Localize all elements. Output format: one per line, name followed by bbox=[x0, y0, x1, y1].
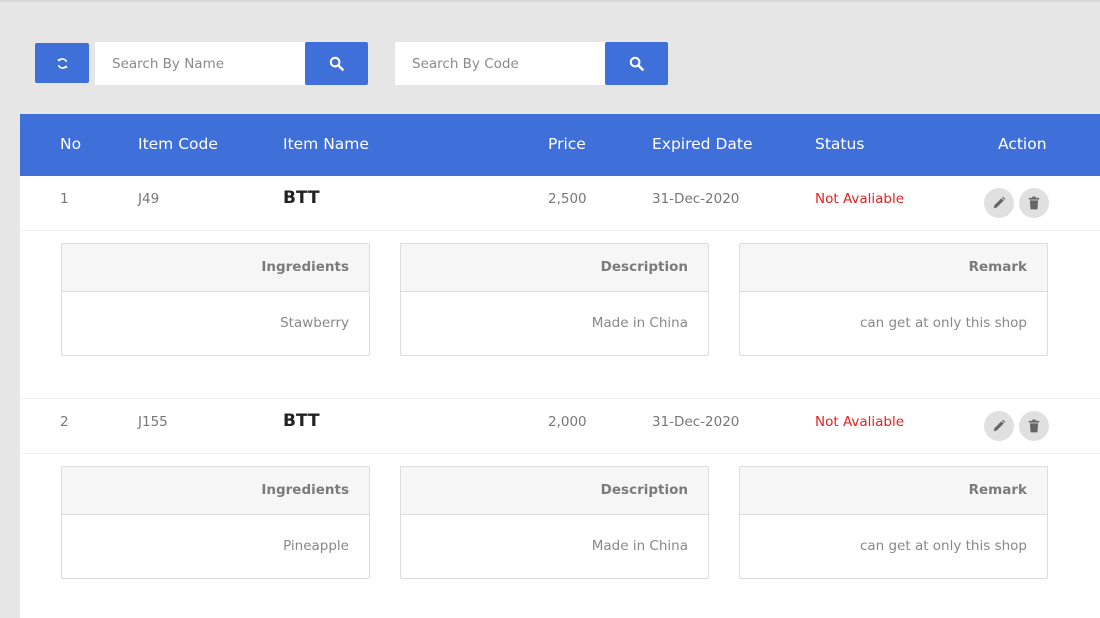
search-by-name-button[interactable] bbox=[305, 42, 368, 85]
table-row: 1 J49 BTT 2,500 31-Dec-2020 Not Avaliabl… bbox=[20, 176, 1100, 231]
search-icon bbox=[329, 56, 344, 71]
refresh-button[interactable] bbox=[35, 43, 89, 83]
search-by-code-button[interactable] bbox=[605, 42, 668, 85]
remark-value: can get at only this shop bbox=[859, 538, 1027, 554]
cell-no: 1 bbox=[60, 191, 69, 207]
ingredients-value: Stawberry bbox=[280, 315, 349, 331]
description-card: Description Made in China bbox=[400, 466, 709, 579]
refresh-icon bbox=[56, 57, 68, 69]
table-row: 2 J155 BTT 2,000 31-Dec-2020 Not Avaliab… bbox=[20, 399, 1100, 454]
cell-item-code: J155 bbox=[138, 414, 168, 430]
top-shadow bbox=[0, 0, 1100, 3]
trash-icon bbox=[1028, 419, 1040, 433]
status-badge: Not Avaliable bbox=[815, 191, 905, 207]
header-price: Price bbox=[548, 135, 586, 153]
description-label: Description bbox=[401, 244, 708, 292]
trash-icon bbox=[1028, 196, 1040, 210]
pencil-icon bbox=[993, 196, 1006, 209]
cell-expired-date: 31-Dec-2020 bbox=[652, 191, 740, 207]
ingredients-label: Ingredients bbox=[62, 244, 369, 292]
search-icon bbox=[629, 56, 644, 71]
row-details: Ingredients Stawberry Description Made i… bbox=[20, 232, 1100, 398]
description-value: Made in China bbox=[591, 538, 688, 554]
description-label: Description bbox=[401, 467, 708, 515]
delete-button[interactable] bbox=[1019, 188, 1049, 218]
ingredients-label: Ingredients bbox=[62, 467, 369, 515]
search-by-code-input[interactable] bbox=[395, 42, 605, 85]
header-expired-date: Expired Date bbox=[652, 135, 753, 153]
status-badge: Not Avaliable bbox=[815, 414, 905, 430]
header-action: Action bbox=[998, 135, 1047, 153]
ingredients-value: Pineapple bbox=[283, 538, 349, 554]
cell-price: 2,000 bbox=[548, 414, 587, 430]
header-status: Status bbox=[815, 135, 865, 153]
cell-price: 2,500 bbox=[548, 191, 587, 207]
row-details: Ingredients Pineapple Description Made i… bbox=[20, 455, 1100, 618]
table-header: No Item Code Item Name Price Expired Dat… bbox=[20, 114, 1100, 176]
cell-item-code: J49 bbox=[138, 191, 160, 207]
remark-value: can get at only this shop bbox=[859, 315, 1027, 331]
header-item-name: Item Name bbox=[283, 135, 369, 153]
delete-button[interactable] bbox=[1019, 411, 1049, 441]
header-no: No bbox=[60, 135, 82, 153]
pencil-icon bbox=[993, 419, 1006, 432]
edit-button[interactable] bbox=[984, 188, 1014, 218]
cell-item-name: BTT bbox=[283, 411, 320, 431]
cell-item-name: BTT bbox=[283, 188, 320, 208]
items-table: No Item Code Item Name Price Expired Dat… bbox=[20, 114, 1100, 618]
ingredients-card: Ingredients Pineapple bbox=[61, 466, 370, 579]
search-by-name-input[interactable] bbox=[95, 42, 305, 85]
remark-label: Remark bbox=[740, 244, 1047, 292]
remark-label: Remark bbox=[740, 467, 1047, 515]
description-value: Made in China bbox=[591, 315, 688, 331]
cell-no: 2 bbox=[60, 414, 69, 430]
ingredients-card: Ingredients Stawberry bbox=[61, 243, 370, 356]
remark-card: Remark can get at only this shop bbox=[739, 466, 1048, 579]
header-item-code: Item Code bbox=[138, 135, 218, 153]
description-card: Description Made in China bbox=[400, 243, 709, 356]
remark-card: Remark can get at only this shop bbox=[739, 243, 1048, 356]
edit-button[interactable] bbox=[984, 411, 1014, 441]
cell-expired-date: 31-Dec-2020 bbox=[652, 414, 740, 430]
